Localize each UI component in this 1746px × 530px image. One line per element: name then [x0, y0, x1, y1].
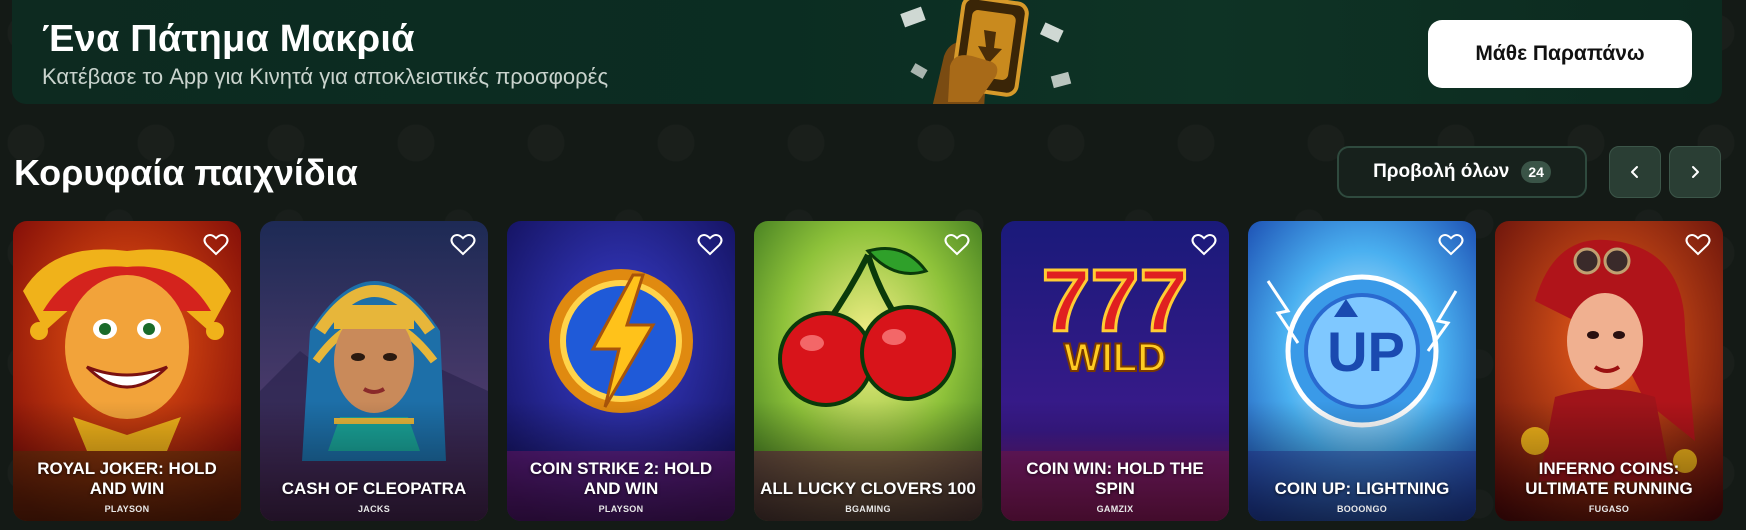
game-provider: FUGASO — [1588, 504, 1630, 514]
card-shade — [1248, 401, 1476, 521]
chevron-right-icon — [1692, 166, 1699, 178]
game-card[interactable]: ALL LUCKY CLOVERS 100 BGAMING — [754, 221, 982, 521]
card-shade — [754, 401, 982, 521]
card-shade — [260, 401, 488, 521]
learn-more-button[interactable]: Μάθε Παραπάνω — [1428, 20, 1692, 88]
game-title: ALL LUCKY CLOVERS 100 — [760, 479, 976, 498]
game-title: COIN STRIKE 2: HOLD AND WIN — [529, 459, 713, 498]
game-title: COIN WIN: HOLD THE SPIN — [1026, 459, 1204, 498]
section-title: Κορυφαία παιχνίδια — [14, 152, 358, 193]
top-games-carousel: ROYAL JOKER: HOLD AND WIN PLAYSON CASH O… — [13, 221, 1746, 521]
game-title: CASH OF CLEOPATRA — [281, 479, 467, 498]
svg-text:WILD: WILD — [1064, 336, 1166, 380]
carousel-prev-button[interactable] — [1609, 146, 1661, 198]
heart-icon[interactable] — [203, 233, 229, 257]
view-all-button[interactable]: Προβολή όλων 24 — [1337, 146, 1587, 198]
phone-download-illustration — [900, 0, 1072, 104]
game-provider: PLAYSON — [598, 504, 644, 514]
carousel-next-button[interactable] — [1669, 146, 1721, 198]
game-provider: GAMZIX — [1096, 504, 1134, 514]
heart-icon[interactable] — [450, 233, 476, 257]
app-promo-banner[interactable]: Ένα Πάτημα Μακριά Κατέβασε το App για Κι… — [12, 0, 1722, 104]
banner-subtitle: Κατέβασε το App για Κινητά για αποκλειστ… — [42, 64, 609, 89]
game-card[interactable]: CASH OF CLEOPATRA JACKS — [260, 221, 488, 521]
game-provider: JACKS — [357, 504, 390, 514]
heart-icon[interactable] — [1191, 233, 1217, 257]
game-card[interactable]: 777 WILD COIN WIN: HOLD THE SPIN GAMZIX — [1001, 221, 1229, 521]
game-card[interactable]: UP COIN UP: LIGHTNING BOOONGO — [1248, 221, 1476, 521]
game-card[interactable]: ROYAL JOKER: HOLD AND WIN PLAYSON — [13, 221, 241, 521]
heart-icon[interactable] — [1438, 233, 1464, 257]
svg-text:UP: UP — [1327, 320, 1405, 383]
game-card[interactable]: INFERNO COINS: ULTIMATE RUNNING FUGASO — [1495, 221, 1723, 521]
game-title: INFERNO COINS: ULTIMATE RUNNING — [1525, 459, 1693, 498]
heart-icon[interactable] — [1685, 233, 1711, 257]
view-all-label: Προβολή όλων — [1373, 161, 1510, 182]
chevron-left-icon — [1631, 166, 1638, 178]
game-title: COIN UP: LIGHTNING — [1274, 479, 1450, 498]
games-count-badge: 24 — [1521, 161, 1551, 183]
heart-icon[interactable] — [697, 233, 723, 257]
game-provider: PLAYSON — [104, 504, 150, 514]
game-title: ROYAL JOKER: HOLD AND WIN — [37, 459, 217, 498]
game-provider: BOOONGO — [1336, 504, 1388, 514]
game-card[interactable]: COIN STRIKE 2: HOLD AND WIN PLAYSON — [507, 221, 735, 521]
game-provider: BGAMING — [845, 504, 891, 514]
banner-title: Ένα Πάτημα Μακριά — [42, 18, 415, 60]
heart-icon[interactable] — [944, 233, 970, 257]
